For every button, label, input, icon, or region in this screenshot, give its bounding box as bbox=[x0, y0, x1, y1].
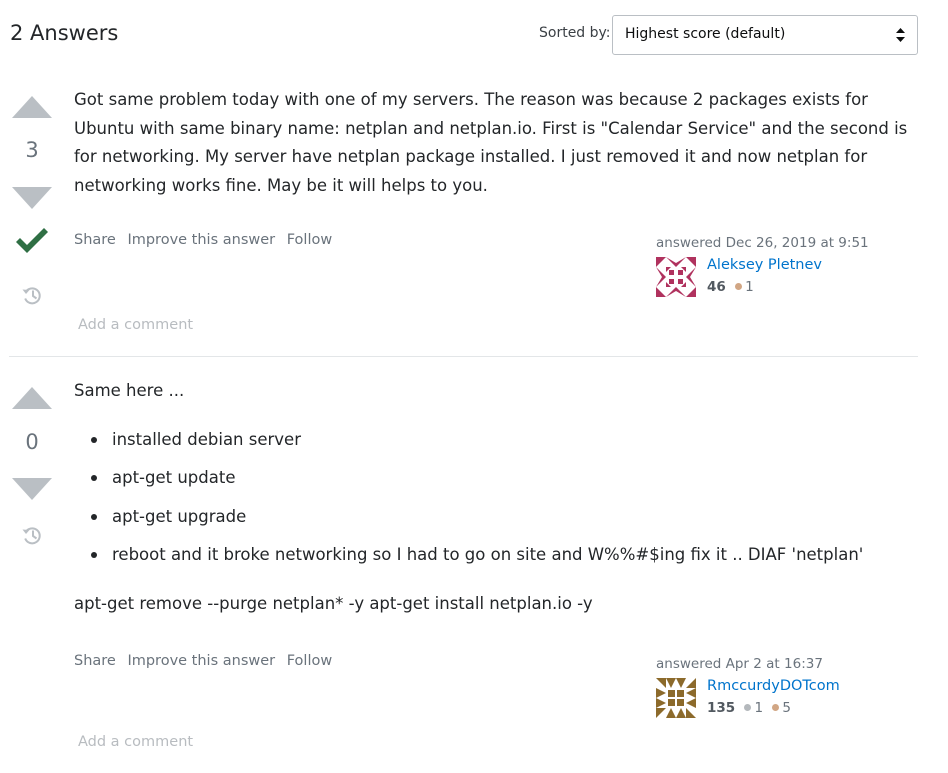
history-icon[interactable] bbox=[21, 524, 43, 546]
answer-intro: Same here ... bbox=[74, 381, 185, 400]
improve-answer-link[interactable]: Improve this answer bbox=[127, 232, 275, 248]
list-item-text: reboot and it broke networking so I had … bbox=[112, 545, 864, 565]
user-name-link[interactable]: Aleksey Pletnev bbox=[707, 257, 822, 273]
follow-link[interactable]: Follow bbox=[287, 232, 332, 248]
answer-command: apt-get remove --purge netplan* -y apt-g… bbox=[74, 593, 593, 613]
list-item: apt-get upgrade bbox=[74, 503, 914, 542]
share-link[interactable]: Share bbox=[74, 653, 116, 669]
answer-2: 0 Same here ... installed debian server … bbox=[0, 377, 948, 773]
bronze-badge-count: 5 bbox=[782, 700, 791, 716]
list-item-text: installed debian server bbox=[112, 429, 301, 449]
list-item: apt-get update bbox=[74, 464, 914, 503]
user-avatar[interactable] bbox=[656, 678, 696, 718]
silver-badge-count: 1 bbox=[754, 700, 764, 716]
user-avatar[interactable] bbox=[656, 257, 696, 297]
user-card: answered Dec 26, 2019 at 9:51 Aleksey Pl… bbox=[656, 235, 906, 297]
downvote-icon[interactable] bbox=[12, 478, 52, 500]
share-link[interactable]: Share bbox=[74, 232, 116, 248]
steps-list: installed debian server apt-get update a… bbox=[74, 426, 914, 580]
post-menu: Share Improve this answer Follow bbox=[74, 653, 339, 669]
user-reputation: 135 1 5 bbox=[707, 700, 791, 716]
list-item: installed debian server bbox=[74, 426, 914, 465]
answer-paragraph: Got same problem today with one of my se… bbox=[74, 90, 908, 195]
silver-badge-icon bbox=[744, 704, 752, 711]
improve-answer-link[interactable]: Improve this answer bbox=[127, 653, 275, 669]
list-item: reboot and it broke networking so I had … bbox=[74, 541, 914, 580]
sort-arrows-icon bbox=[896, 28, 905, 42]
add-comment-link[interactable]: Add a comment bbox=[78, 317, 193, 333]
answered-timestamp: answered Apr 2 at 16:37 bbox=[656, 656, 823, 672]
history-icon[interactable] bbox=[21, 284, 43, 306]
reputation-score: 135 bbox=[707, 700, 736, 716]
downvote-icon[interactable] bbox=[12, 187, 52, 209]
accepted-checkmark-icon bbox=[16, 228, 48, 253]
post-menu: Share Improve this answer Follow bbox=[74, 232, 339, 248]
answer-divider bbox=[9, 356, 918, 357]
vote-count: 3 bbox=[25, 138, 39, 162]
list-item-text: apt-get update bbox=[112, 468, 236, 488]
answer-body: Same here ... installed debian server ap… bbox=[74, 377, 914, 618]
sort-label: Sorted by: bbox=[539, 25, 611, 41]
bronze-badge-count: 1 bbox=[745, 279, 754, 295]
answered-timestamp: answered Dec 26, 2019 at 9:51 bbox=[656, 235, 869, 251]
vote-count: 0 bbox=[25, 430, 39, 454]
user-name-link[interactable]: RmccurdyDOTcom bbox=[707, 678, 840, 694]
user-card: answered Apr 2 at 16:37 RmccurdyDOTcom 1… bbox=[656, 656, 906, 718]
bronze-badge-icon bbox=[772, 704, 780, 711]
answers-header: 2 Answers Sorted by: Highest score (defa… bbox=[0, 0, 948, 70]
follow-link[interactable]: Follow bbox=[287, 653, 332, 669]
bronze-badge-icon bbox=[735, 283, 743, 290]
upvote-icon[interactable] bbox=[12, 96, 52, 118]
answers-count-title: 2 Answers bbox=[10, 21, 119, 45]
bullet-icon bbox=[91, 475, 97, 482]
add-comment-link[interactable]: Add a comment bbox=[78, 734, 193, 750]
bullet-icon bbox=[91, 436, 97, 443]
list-item-text: apt-get upgrade bbox=[112, 506, 247, 526]
upvote-icon[interactable] bbox=[12, 387, 52, 409]
user-reputation: 46 1 bbox=[707, 279, 754, 295]
answer-body: Got same problem today with one of my se… bbox=[74, 86, 914, 200]
reputation-score: 46 bbox=[707, 279, 726, 295]
bullet-icon bbox=[91, 552, 97, 559]
answer-1: 3 Got same problem today with one of my … bbox=[0, 86, 948, 356]
sort-selected-value: Highest score (default) bbox=[625, 26, 786, 42]
sort-select[interactable]: Highest score (default) bbox=[612, 15, 918, 55]
bullet-icon bbox=[91, 513, 97, 520]
